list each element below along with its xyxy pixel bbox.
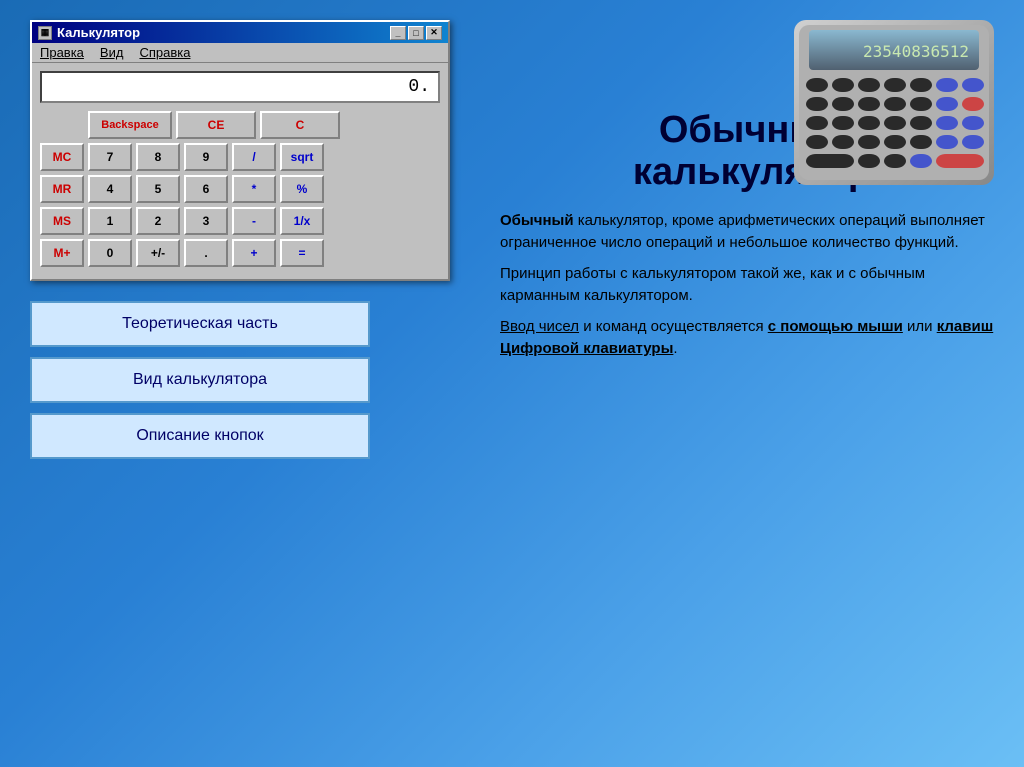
- titlebar-icon: ▦: [38, 26, 52, 40]
- window-title: Калькулятор: [57, 25, 140, 40]
- c-button[interactable]: C: [260, 111, 340, 139]
- mid-text-1: и команд осуществляется: [579, 318, 768, 335]
- mr-button[interactable]: MR: [40, 175, 84, 203]
- sqrt-button[interactable]: sqrt: [280, 143, 324, 171]
- mplus-button[interactable]: M+: [40, 239, 84, 267]
- para-3: Ввод чисел и команд осуществляется с пом…: [500, 316, 994, 361]
- div-button[interactable]: /: [232, 143, 276, 171]
- menu-item-pravka[interactable]: Правка: [40, 45, 84, 60]
- btn-5[interactable]: 5: [136, 175, 180, 203]
- ms-button[interactable]: MS: [40, 207, 84, 235]
- menubar: Правка Вид Справка: [32, 43, 448, 63]
- button-row-4: MS 1 2 3 - 1/x: [40, 207, 440, 235]
- button-row-2: MC 7 8 9 / sqrt: [40, 143, 440, 171]
- btn-2[interactable]: 2: [136, 207, 180, 235]
- right-panel: 23540836512: [480, 0, 1024, 767]
- description-section: Обычный калькулятор, кроме арифметически…: [500, 210, 994, 361]
- btn-9[interactable]: 9: [184, 143, 228, 171]
- calculator-3d-image: 23540836512: [774, 10, 1004, 190]
- percent-button[interactable]: %: [280, 175, 324, 203]
- mul-button[interactable]: *: [232, 175, 276, 203]
- para-2: Принцип работы с калькулятором такой же,…: [500, 263, 994, 308]
- link-1[interactable]: Ввод чисел: [500, 318, 579, 335]
- maximize-button[interactable]: □: [408, 26, 424, 40]
- add-button[interactable]: +: [232, 239, 276, 267]
- btn-3[interactable]: 3: [184, 207, 228, 235]
- mid-text-2: или: [903, 318, 937, 335]
- btn-6[interactable]: 6: [184, 175, 228, 203]
- mc-button[interactable]: MC: [40, 143, 84, 171]
- backspace-button[interactable]: Backspace: [88, 111, 172, 139]
- sign-button[interactable]: +/-: [136, 239, 180, 267]
- titlebar-left: ▦ Калькулятор: [38, 25, 140, 40]
- minimize-button[interactable]: _: [390, 26, 406, 40]
- button-row-5: M+ 0 +/- . + =: [40, 239, 440, 267]
- inv-button[interactable]: 1/x: [280, 207, 324, 235]
- btn-8[interactable]: 8: [136, 143, 180, 171]
- display-value: 0.: [408, 77, 430, 97]
- left-panel: ▦ Калькулятор _ □ ✕ Правка Вид Справка 0…: [0, 0, 480, 767]
- btn-0[interactable]: 0: [88, 239, 132, 267]
- btn-1[interactable]: 1: [88, 207, 132, 235]
- nav-calc-view[interactable]: Вид калькулятора: [30, 357, 370, 403]
- ce-button[interactable]: CE: [176, 111, 256, 139]
- eq-button[interactable]: =: [280, 239, 324, 267]
- para-1: Обычный калькулятор, кроме арифметически…: [500, 210, 994, 255]
- empty-button: [40, 111, 84, 139]
- dot-button[interactable]: .: [184, 239, 228, 267]
- calculator-window: ▦ Калькулятор _ □ ✕ Правка Вид Справка 0…: [30, 20, 450, 281]
- titlebar-buttons[interactable]: _ □ ✕: [390, 26, 442, 40]
- button-row-3: MR 4 5 6 * %: [40, 175, 440, 203]
- button-row-1: Backspace CE C: [40, 111, 440, 139]
- nav-button-desc[interactable]: Описание кнопок: [30, 413, 370, 459]
- para-1-rest: калькулятор, кроме арифметических операц…: [500, 212, 985, 252]
- calculator-display: 0.: [40, 71, 440, 103]
- sub-button[interactable]: -: [232, 207, 276, 235]
- link-2[interactable]: с помощью мыши: [768, 318, 903, 335]
- calculator-body: 0. Backspace CE C MC 7 8 9 / sqrt MR: [32, 63, 448, 279]
- menu-item-vid[interactable]: Вид: [100, 45, 124, 60]
- btn-4[interactable]: 4: [88, 175, 132, 203]
- nav-theoretical[interactable]: Теоретическая часть: [30, 301, 370, 347]
- btn-7[interactable]: 7: [88, 143, 132, 171]
- end-text: .: [673, 340, 677, 357]
- titlebar: ▦ Калькулятор _ □ ✕: [32, 22, 448, 43]
- close-button[interactable]: ✕: [426, 26, 442, 40]
- svg-text:23540836512: 23540836512: [863, 42, 969, 61]
- bold-word-1: Обычный: [500, 212, 574, 229]
- nav-buttons: Теоретическая часть Вид калькулятора Опи…: [30, 301, 370, 459]
- menu-item-spravka[interactable]: Справка: [139, 45, 190, 60]
